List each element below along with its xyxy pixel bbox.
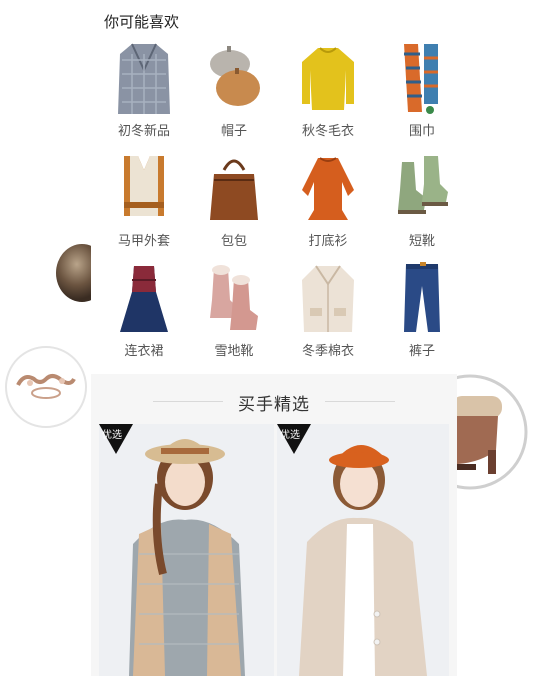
- product-image: [99, 424, 274, 676]
- category-label: 围巾: [408, 124, 435, 139]
- preferred-badge: 优选: [102, 430, 122, 441]
- divider-right: [325, 401, 395, 402]
- category-label: 冬季棉衣: [301, 344, 354, 359]
- category-label: 包包: [220, 234, 247, 249]
- category-label: 马甲外套: [117, 234, 170, 249]
- category-label: 帽子: [220, 124, 247, 139]
- recommend-title: 你可能喜欢: [104, 13, 180, 31]
- product-card[interactable]: 优选: [277, 424, 449, 676]
- product-card[interactable]: 优选: [99, 424, 274, 676]
- dress-icon: [120, 266, 168, 332]
- app-screen: 你可能喜欢 初冬新品 帽子 秋冬毛衣 围巾 马甲外套 包包 打底衫 短靴 连衣裙…: [91, 0, 457, 676]
- category-label: 秋冬毛衣: [301, 124, 354, 139]
- ring-image: [0, 345, 92, 430]
- category-item-winter-cotton-coats[interactable]: 冬季棉衣: [278, 256, 378, 364]
- bag-icon: [210, 159, 258, 220]
- beret-hat-icon: [210, 46, 260, 106]
- vest-icon: [124, 156, 164, 216]
- recommend-panel: 你可能喜欢 初冬新品 帽子 秋冬毛衣 围巾 马甲外套 包包 打底衫 短靴 连衣裙…: [91, 0, 457, 374]
- ankle-boots-icon: [398, 156, 448, 214]
- sweater-icon: [302, 47, 354, 110]
- category-item-bags[interactable]: 包包: [184, 146, 284, 254]
- category-item-vest-jackets[interactable]: 马甲外套: [94, 146, 194, 254]
- category-label: 短靴: [408, 234, 435, 249]
- category-label: 雪地靴: [214, 344, 254, 359]
- category-item-ankle-boots[interactable]: 短靴: [372, 146, 472, 254]
- scarf-icon: [404, 44, 438, 114]
- snow-boots-icon: [210, 265, 258, 330]
- category-item-base-tops[interactable]: 打底衫: [278, 146, 378, 254]
- category-item-dresses[interactable]: 连衣裙: [94, 256, 194, 364]
- category-item-hats[interactable]: 帽子: [184, 36, 284, 144]
- product-image: [277, 424, 449, 676]
- category-label: 连衣裙: [124, 344, 164, 359]
- blouse-icon: [302, 157, 354, 220]
- category-item-snow-boots[interactable]: 雪地靴: [184, 256, 284, 364]
- category-item-pants[interactable]: 裤子: [372, 256, 472, 364]
- preferred-badge: 优选: [280, 430, 300, 441]
- category-label: 裤子: [408, 344, 435, 359]
- jeans-icon: [404, 262, 440, 332]
- category-label: 打底衫: [308, 234, 348, 249]
- section-header: 买手精选: [91, 374, 457, 424]
- section-title: 买手精选: [238, 395, 310, 415]
- cotton-coat-icon: [302, 265, 354, 332]
- category-item-new-arrivals[interactable]: 初冬新品: [94, 36, 194, 144]
- category-item-sweaters[interactable]: 秋冬毛衣: [278, 36, 378, 144]
- coat-icon: [118, 43, 170, 114]
- category-item-scarves[interactable]: 围巾: [372, 36, 472, 144]
- category-label: 初冬新品: [117, 124, 170, 139]
